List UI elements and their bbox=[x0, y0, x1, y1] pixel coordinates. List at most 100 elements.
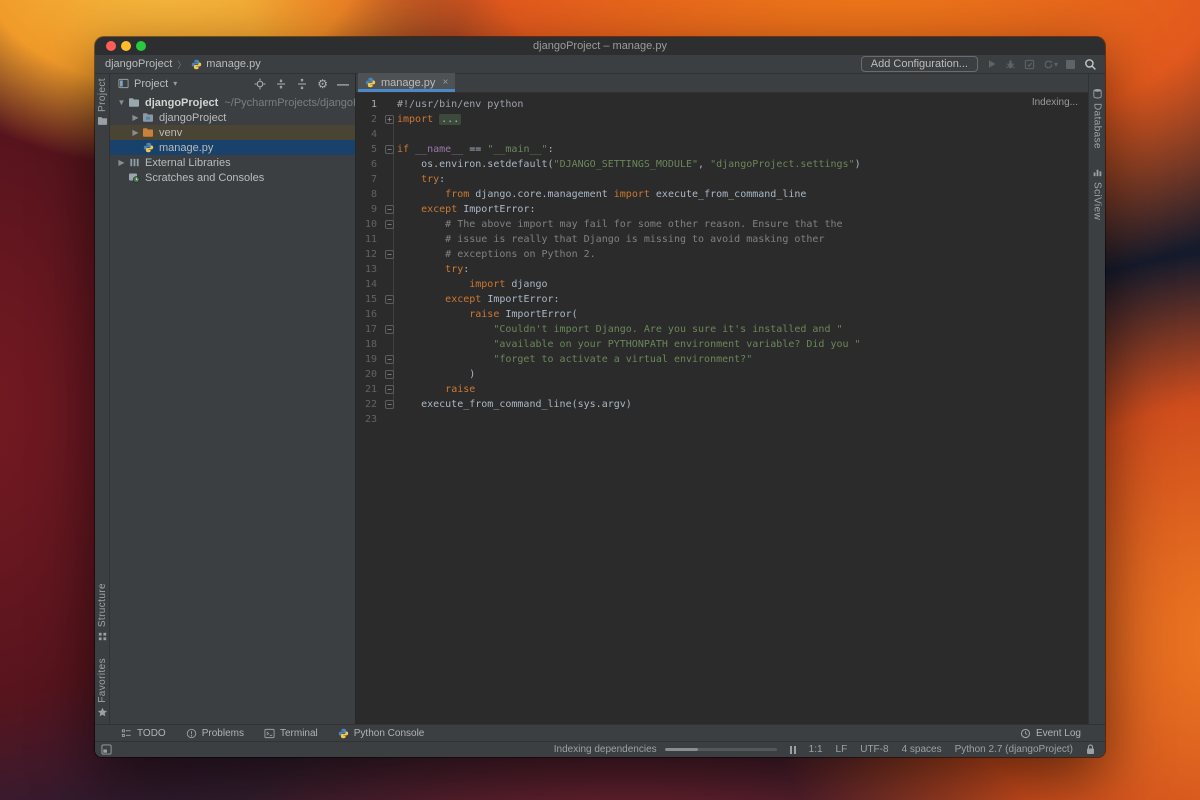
code-editor[interactable]: Indexing... 1#!/usr/bin/env python2+impo… bbox=[356, 93, 1088, 724]
fold-marker-icon[interactable]: − bbox=[382, 202, 397, 217]
gear-icon[interactable]: ⚙ bbox=[317, 78, 328, 90]
favorites-icon bbox=[97, 707, 108, 718]
chevron-down-icon[interactable]: ▼ bbox=[116, 98, 127, 107]
fold-marker-icon[interactable]: − bbox=[382, 322, 397, 337]
line-number: 5 bbox=[356, 142, 382, 157]
fold-marker-icon[interactable]: + bbox=[382, 112, 397, 127]
fold-marker-icon[interactable]: − bbox=[382, 292, 397, 307]
tool-window-switcher-icon[interactable] bbox=[101, 744, 112, 755]
stop-icon[interactable] bbox=[1066, 60, 1075, 69]
title-bar[interactable]: djangoProject – manage.py bbox=[95, 37, 1105, 55]
code-line-4[interactable]: 4 bbox=[356, 127, 1088, 142]
restart-icon[interactable] bbox=[1043, 59, 1054, 70]
close-icon[interactable]: × bbox=[442, 77, 448, 88]
sidebar-item-project[interactable]: Project bbox=[97, 78, 108, 126]
search-icon[interactable] bbox=[1084, 58, 1097, 71]
code-line-1[interactable]: 1#!/usr/bin/env python bbox=[356, 97, 1088, 112]
code-line-21[interactable]: 21− raise bbox=[356, 382, 1088, 397]
code-line-23[interactable]: 23 bbox=[356, 412, 1088, 427]
toolwindow-button-todo[interactable]: TODO bbox=[121, 728, 166, 739]
chevron-right-icon[interactable]: ▶ bbox=[130, 128, 141, 137]
line-number: 11 bbox=[356, 232, 382, 247]
event-log-button[interactable]: Event Log bbox=[1020, 728, 1081, 739]
code-line-7[interactable]: 7 try: bbox=[356, 172, 1088, 187]
locate-icon[interactable] bbox=[254, 78, 266, 90]
hide-icon[interactable]: — bbox=[337, 77, 349, 91]
fold-marker-icon[interactable]: − bbox=[382, 217, 397, 232]
toolwindow-button-problems[interactable]: Problems bbox=[186, 728, 244, 739]
code-line-20[interactable]: 20− ) bbox=[356, 367, 1088, 382]
collapse-all-icon[interactable] bbox=[296, 78, 308, 90]
code-line-5[interactable]: 5−if __name__ == "__main__": bbox=[356, 142, 1088, 157]
breadcrumb-item[interactable]: djangoProject bbox=[105, 58, 172, 70]
editor-tab-bar: manage.py × bbox=[356, 74, 1088, 93]
toolwindow-button-python-console[interactable]: Python Console bbox=[338, 728, 425, 739]
chevron-down-icon[interactable]: ▾ bbox=[1054, 60, 1058, 69]
chevron-down-icon[interactable]: ▾ bbox=[173, 79, 177, 88]
status-item[interactable]: LF bbox=[836, 744, 848, 755]
expand-all-icon[interactable] bbox=[275, 78, 287, 90]
breadcrumb-item[interactable]: manage.py bbox=[206, 58, 260, 70]
code-line-9[interactable]: 9− except ImportError: bbox=[356, 202, 1088, 217]
code-line-14[interactable]: 14 import django bbox=[356, 277, 1088, 292]
code-line-6[interactable]: 6 os.environ.setdefault("DJANGO_SETTINGS… bbox=[356, 157, 1088, 172]
sidebar-item-database[interactable]: Database bbox=[1092, 88, 1103, 149]
zoom-button[interactable] bbox=[136, 41, 146, 51]
code-line-19[interactable]: 19− "forget to activate a virtual enviro… bbox=[356, 352, 1088, 367]
line-number: 8 bbox=[356, 187, 382, 202]
add-configuration-button[interactable]: Add Configuration... bbox=[861, 56, 978, 72]
chevron-right-icon[interactable]: ▶ bbox=[130, 113, 141, 122]
project-panel-title[interactable]: Project bbox=[134, 78, 168, 90]
pycharm-window: djangoProject – manage.py djangoProject〉… bbox=[95, 37, 1105, 757]
window-title: djangoProject – manage.py bbox=[533, 40, 667, 52]
code-line-11[interactable]: 11 # issue is really that Django is miss… bbox=[356, 232, 1088, 247]
code-line-17[interactable]: 17− "Couldn't import Django. Are you sur… bbox=[356, 322, 1088, 337]
line-number: 6 bbox=[356, 157, 382, 172]
tree-item-manage-py[interactable]: manage.py bbox=[110, 140, 355, 155]
status-item[interactable]: UTF-8 bbox=[860, 744, 888, 755]
coverage-icon[interactable] bbox=[1024, 59, 1035, 70]
status-item[interactable]: 1:1 bbox=[809, 744, 823, 755]
folder-icon bbox=[128, 97, 140, 108]
status-item[interactable]: Python 2.7 (djangoProject) bbox=[955, 744, 1073, 755]
indexing-progress[interactable]: Indexing dependencies bbox=[554, 744, 777, 755]
fold-marker-icon[interactable]: − bbox=[382, 142, 397, 157]
pause-icon[interactable] bbox=[790, 746, 796, 754]
close-button[interactable] bbox=[106, 41, 116, 51]
code-line-13[interactable]: 13 try: bbox=[356, 262, 1088, 277]
line-number: 16 bbox=[356, 307, 382, 322]
fold-marker-icon[interactable]: − bbox=[382, 367, 397, 382]
tree-item-external-libraries[interactable]: ▶External Libraries bbox=[110, 155, 355, 170]
stripe-label: Project bbox=[97, 78, 108, 112]
code-line-16[interactable]: 16 raise ImportError( bbox=[356, 307, 1088, 322]
code-line-10[interactable]: 10− # The above import may fail for some… bbox=[356, 217, 1088, 232]
toolwindow-button-terminal[interactable]: Terminal bbox=[264, 728, 318, 739]
code-line-18[interactable]: 18 "available on your PYTHONPATH environ… bbox=[356, 337, 1088, 352]
problems-icon bbox=[186, 728, 197, 739]
code-line-8[interactable]: 8 from django.core.management import exe… bbox=[356, 187, 1088, 202]
fold-marker-icon[interactable]: − bbox=[382, 352, 397, 367]
debug-icon[interactable] bbox=[1005, 59, 1016, 70]
code-line-22[interactable]: 22− execute_from_command_line(sys.argv) bbox=[356, 397, 1088, 412]
project-folder-icon bbox=[97, 116, 108, 126]
sidebar-item-favorites[interactable]: Favorites bbox=[97, 658, 108, 718]
sidebar-item-structure[interactable]: Structure bbox=[97, 583, 108, 642]
tree-item-djangoproject[interactable]: ▶djangoProject bbox=[110, 110, 355, 125]
fold-marker-icon[interactable]: − bbox=[382, 247, 397, 262]
fold-marker-icon[interactable]: − bbox=[382, 382, 397, 397]
fold-marker-icon[interactable]: − bbox=[382, 397, 397, 412]
code-line-12[interactable]: 12− # exceptions on Python 2. bbox=[356, 247, 1088, 262]
run-icon[interactable] bbox=[987, 59, 997, 69]
tab-manage-py[interactable]: manage.py × bbox=[358, 73, 455, 92]
sidebar-item-sciview[interactable]: SciView bbox=[1092, 167, 1103, 220]
chevron-right-icon[interactable]: ▶ bbox=[116, 158, 127, 167]
minimize-button[interactable] bbox=[121, 41, 131, 51]
lock-icon[interactable] bbox=[1086, 744, 1095, 755]
code-line-15[interactable]: 15− except ImportError: bbox=[356, 292, 1088, 307]
tree-item-scratches-and-consoles[interactable]: Scratches and Consoles bbox=[110, 170, 355, 185]
python-file-icon bbox=[191, 59, 202, 70]
code-line-2[interactable]: 2+import ... bbox=[356, 112, 1088, 127]
tree-item-djangoproject[interactable]: ▼djangoProject~/PycharmProjects/djangoPr… bbox=[110, 95, 355, 110]
status-item[interactable]: 4 spaces bbox=[902, 744, 942, 755]
tree-item-venv[interactable]: ▶venv bbox=[110, 125, 355, 140]
